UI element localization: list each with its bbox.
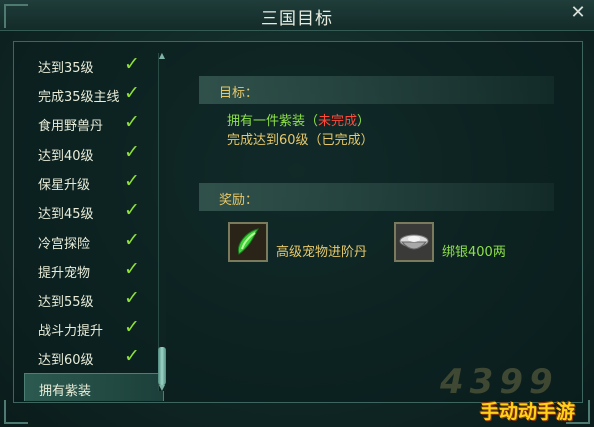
list-item-label: 达到40级 <box>38 149 94 164</box>
list-item[interactable]: 冷宫探险 ✓ <box>24 227 164 256</box>
checkmark-icon: ✓ <box>124 53 140 75</box>
reward-heading: 奖励： <box>219 193 259 208</box>
checkmark-icon: ✓ <box>124 229 140 251</box>
checkmark-icon: ✓ <box>124 111 140 133</box>
list-item[interactable]: 提升宠物 ✓ <box>24 256 164 285</box>
green-pill-icon[interactable] <box>228 222 268 262</box>
list-item-selected[interactable]: 拥有紫装 <box>24 373 164 401</box>
list-item-label: 达到45级 <box>38 207 94 222</box>
list-item[interactable]: 食用野兽丹 ✓ <box>24 109 164 138</box>
list-item-label: 达到35级 <box>38 61 94 76</box>
reward-name: 绑银400两 <box>442 245 506 260</box>
scroll-down-icon[interactable]: ▼ <box>156 384 168 392</box>
list-item-label: 提升宠物 <box>38 266 91 281</box>
checkmark-icon: ✓ <box>124 170 140 192</box>
goal-line: 完成达到60级（已完成） <box>227 133 374 148</box>
checkmark-icon: ✓ <box>124 287 140 309</box>
title-bar: 三国目标 ✕ <box>0 0 594 31</box>
goal-section-header: 目标： <box>199 76 554 104</box>
corner-ornament <box>4 400 28 424</box>
list-item-label: 完成35级主线 <box>38 90 120 105</box>
list-item[interactable]: 保星升级 ✓ <box>24 168 164 197</box>
list-item[interactable]: 完成35级主线 ✓ <box>24 80 164 109</box>
checkmark-icon: ✓ <box>124 82 140 104</box>
list-item[interactable]: 达到60级 ✓ <box>24 343 164 372</box>
list-item-label: 冷宫探险 <box>38 237 91 252</box>
scrollbar-thumb[interactable] <box>158 347 166 385</box>
list-item-label: 战斗力提升 <box>38 324 104 339</box>
list-item-label: 保星升级 <box>38 178 91 193</box>
brand-logo: 手动动手游 <box>480 401 576 423</box>
corner-ornament <box>4 4 28 28</box>
checkmark-icon: ✓ <box>124 199 140 221</box>
goal-window: 三国目标 ✕ 达到35级 ✓ 完成35级主线 ✓ 食用野兽丹 ✓ 达到40级 ✓… <box>0 0 594 427</box>
goal-status: 已完成 <box>321 133 361 148</box>
silver-ingot-icon[interactable] <box>394 222 434 262</box>
checkmark-icon: ✓ <box>124 141 140 163</box>
list-item-label: 达到55级 <box>38 295 94 310</box>
goal-status: 未完成 <box>318 114 358 129</box>
list-item-label: 拥有紫装 <box>39 384 92 399</box>
list-item[interactable]: 战斗力提升 ✓ <box>24 314 164 343</box>
window-title: 三国目标 <box>261 9 333 29</box>
list-item[interactable]: 达到55级 ✓ <box>24 285 164 314</box>
list-item[interactable]: 达到45级 ✓ <box>24 197 164 226</box>
scrollbar-track[interactable] <box>158 53 166 391</box>
checkmark-icon: ✓ <box>124 316 140 338</box>
reward-section-header: 奖励： <box>199 183 554 211</box>
list-item-label: 达到60级 <box>38 353 94 368</box>
reward-name: 高级宠物进阶丹 <box>276 245 368 260</box>
goal-list: 达到35级 ✓ 完成35级主线 ✓ 食用野兽丹 ✓ 达到40级 ✓ 保星升级 ✓… <box>24 51 168 401</box>
scroll-up-icon[interactable]: ▲ <box>156 52 168 60</box>
goal-line: 拥有一件紫装（未完成） <box>227 114 371 129</box>
goal-heading: 目标： <box>219 86 259 101</box>
checkmark-icon: ✓ <box>124 345 140 367</box>
list-item-label: 食用野兽丹 <box>38 119 104 134</box>
list-item[interactable]: 达到40级 ✓ <box>24 139 164 168</box>
close-icon[interactable]: ✕ <box>568 3 588 23</box>
watermark: 4399 <box>440 362 559 402</box>
checkmark-icon: ✓ <box>124 258 140 280</box>
list-item[interactable]: 达到35级 ✓ <box>24 51 164 80</box>
